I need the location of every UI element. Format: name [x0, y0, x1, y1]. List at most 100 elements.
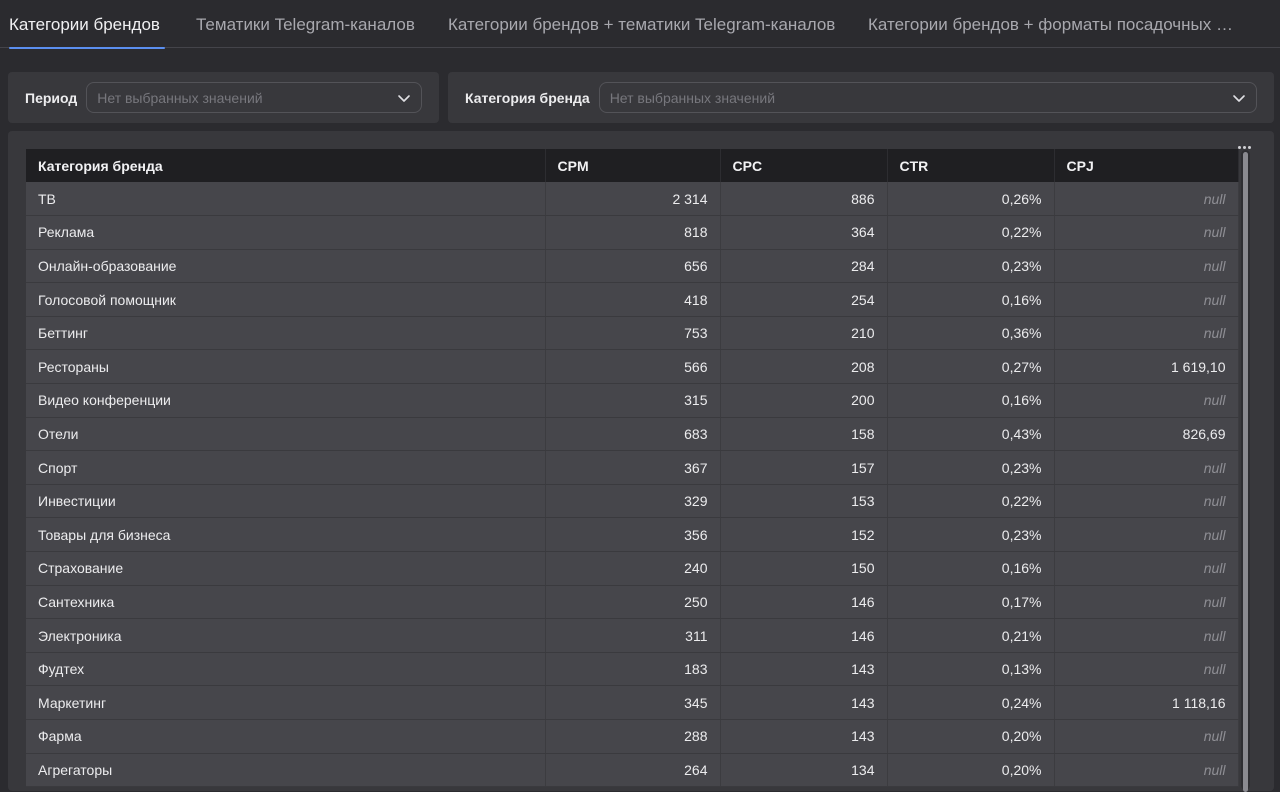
- cell-cpm: 367: [545, 450, 721, 485]
- chevron-down-icon: [1233, 95, 1245, 102]
- cell-cpc: 210: [720, 316, 888, 351]
- period-label: Период: [25, 89, 78, 106]
- cell-ctr: 0,22%: [887, 484, 1055, 519]
- cell-ctr: 0,26%: [887, 182, 1055, 217]
- period-filter: Период Нет выбранных значений: [8, 72, 439, 123]
- cell-cpj: null: [1054, 249, 1239, 284]
- tab-brand-categories[interactable]: Категории брендов: [9, 0, 165, 49]
- cell-cpm: 288: [545, 719, 721, 754]
- chevron-down-icon: [398, 95, 410, 102]
- cell-category: Спорт: [26, 450, 546, 485]
- table-row[interactable]: Сантехника 250 146 0,17% null: [26, 585, 1239, 620]
- cell-cpj: null: [1054, 182, 1239, 217]
- cell-ctr: 0,23%: [887, 517, 1055, 553]
- cell-cpm: 345: [545, 685, 721, 720]
- cell-category: ТВ: [26, 182, 546, 217]
- cell-ctr: 0,24%: [887, 685, 1055, 720]
- table-row[interactable]: Рестораны 566 208 0,27% 1 619,10: [26, 349, 1239, 385]
- cell-cpm: 311: [545, 618, 721, 653]
- column-header-ctr[interactable]: CTR: [887, 149, 1055, 182]
- cell-cpc: 143: [720, 685, 888, 720]
- table-row[interactable]: Агрегаторы 264 134 0,20% null: [26, 753, 1239, 788]
- cell-cpc: 254: [720, 282, 888, 317]
- table-row[interactable]: Страхование 240 150 0,16% null: [26, 551, 1239, 586]
- table-row[interactable]: Электроника 311 146 0,21% null: [26, 618, 1239, 653]
- cell-cpj: null: [1054, 316, 1239, 351]
- table-header-row: Категория бренда CPM CPC CTR CPJ: [26, 149, 1239, 182]
- column-header-cpj[interactable]: CPJ: [1054, 149, 1239, 182]
- brand-category-filter: Категория бренда Нет выбранных значений: [448, 72, 1274, 123]
- period-select[interactable]: Нет выбранных значений: [86, 82, 422, 113]
- table-row[interactable]: Отели 683 158 0,43% 826,69: [26, 417, 1239, 452]
- table-row[interactable]: Видео конференции 315 200 0,16% null: [26, 383, 1239, 418]
- table-row[interactable]: Фарма 288 143 0,20% null: [26, 719, 1239, 754]
- cell-cpm: 315: [545, 383, 721, 418]
- scrollbar-thumb[interactable]: [1243, 152, 1248, 792]
- cell-cpj: 1 619,10: [1054, 349, 1239, 385]
- table-row[interactable]: Онлайн-образование 656 284 0,23% null: [26, 249, 1239, 284]
- cell-cpm: 240: [545, 551, 721, 586]
- cell-ctr: 0,20%: [887, 719, 1055, 754]
- cell-category: Фарма: [26, 719, 546, 754]
- cell-cpj: null: [1054, 383, 1239, 418]
- column-header-category[interactable]: Категория бренда: [26, 149, 546, 182]
- table-row[interactable]: Фудтех 183 143 0,13% null: [26, 652, 1239, 687]
- table-body: ТВ 2 314 886 0,26% null Реклама 818 364 0,22% nul…: [26, 182, 1239, 788]
- cell-category: Реклама: [26, 215, 546, 250]
- vertical-scrollbar[interactable]: [1241, 150, 1250, 792]
- cell-category: Товары для бизнеса: [26, 517, 546, 553]
- table-row[interactable]: Спорт 367 157 0,23% null: [26, 450, 1239, 485]
- cell-cpj: null: [1054, 753, 1239, 788]
- cell-ctr: 0,20%: [887, 753, 1055, 788]
- table-row[interactable]: Маркетинг 345 143 0,24% 1 118,16: [26, 685, 1239, 720]
- cell-category: Маркетинг: [26, 685, 546, 720]
- cell-cpj: null: [1054, 719, 1239, 754]
- cell-cpj: null: [1054, 282, 1239, 317]
- cell-cpm: 356: [545, 517, 721, 553]
- cell-category: Беттинг: [26, 316, 546, 351]
- cell-cpj: null: [1054, 484, 1239, 519]
- cell-ctr: 0,21%: [887, 618, 1055, 653]
- cell-cpc: 150: [720, 551, 888, 586]
- table-row[interactable]: Инвестиции 329 153 0,22% null: [26, 484, 1239, 519]
- cell-cpm: 250: [545, 585, 721, 620]
- cell-cpj: 826,69: [1054, 417, 1239, 452]
- cell-cpc: 364: [720, 215, 888, 250]
- cell-category: Отели: [26, 417, 546, 452]
- cell-cpm: 329: [545, 484, 721, 519]
- cell-cpc: 153: [720, 484, 888, 519]
- cell-cpc: 152: [720, 517, 888, 553]
- cell-cpj: null: [1054, 551, 1239, 586]
- cell-cpm: 818: [545, 215, 721, 250]
- cell-ctr: 0,43%: [887, 417, 1055, 452]
- cell-category: Видео конференции: [26, 383, 546, 418]
- cell-category: Фудтех: [26, 652, 546, 687]
- brand-category-table: Категория бренда CPM CPC CTR CPJ ТВ 2 314…: [26, 149, 1239, 788]
- column-header-cpc[interactable]: CPC: [720, 149, 888, 182]
- cell-category: Инвестиции: [26, 484, 546, 519]
- tab-brand-categories-landing-formats[interactable]: Категории брендов + форматы посадочных с…: [868, 0, 1238, 48]
- table-row[interactable]: Беттинг 753 210 0,36% null: [26, 316, 1239, 351]
- cell-ctr: 0,23%: [887, 450, 1055, 485]
- cell-cpm: 418: [545, 282, 721, 317]
- tab-telegram-topics[interactable]: Тематики Telegram-каналов: [196, 0, 415, 48]
- table-row[interactable]: Реклама 818 364 0,22% null: [26, 215, 1239, 250]
- cell-cpj: null: [1054, 585, 1239, 620]
- table-row[interactable]: Товары для бизнеса 356 152 0,23% null: [26, 517, 1239, 553]
- cell-cpj: null: [1054, 215, 1239, 250]
- brand-category-select[interactable]: Нет выбранных значений: [598, 82, 1257, 113]
- cell-cpm: 264: [545, 753, 721, 788]
- table-row[interactable]: Голосовой помощник 418 254 0,16% null: [26, 282, 1239, 317]
- cell-ctr: 0,16%: [887, 551, 1055, 586]
- brand-category-label: Категория бренда: [465, 89, 590, 106]
- cell-ctr: 0,22%: [887, 215, 1055, 250]
- cell-cpc: 143: [720, 719, 888, 754]
- cell-ctr: 0,16%: [887, 282, 1055, 317]
- column-header-cpm[interactable]: CPM: [545, 149, 721, 182]
- cell-cpm: 683: [545, 417, 721, 452]
- cell-cpj: null: [1054, 618, 1239, 653]
- tab-brand-categories-telegram-topics[interactable]: Категории брендов + тематики Telegram-ка…: [448, 0, 835, 48]
- table-row[interactable]: ТВ 2 314 886 0,26% null: [26, 182, 1239, 217]
- cell-cpm: 2 314: [545, 182, 721, 217]
- cell-category: Голосовой помощник: [26, 282, 546, 317]
